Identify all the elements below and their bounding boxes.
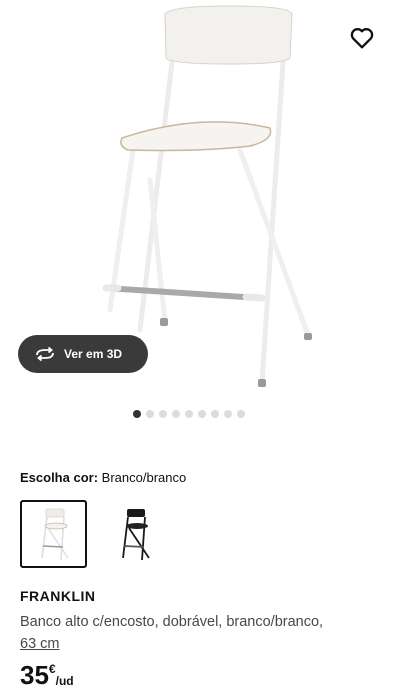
- swatch-white[interactable]: [20, 500, 87, 568]
- gallery-dot[interactable]: [237, 410, 245, 418]
- gallery-pagination: [133, 409, 245, 419]
- product-name: FRANKLIN: [20, 588, 96, 604]
- product-gallery[interactable]: Ver em 3D: [0, 0, 401, 430]
- favorite-button[interactable]: [348, 24, 376, 52]
- view-3d-label: Ver em 3D: [64, 347, 123, 361]
- gallery-dot[interactable]: [198, 410, 206, 418]
- chair-thumbnail-white: [40, 508, 69, 561]
- gallery-dot[interactable]: [224, 410, 232, 418]
- price-currency: €: [48, 662, 56, 676]
- gallery-dot[interactable]: [172, 410, 180, 418]
- product-description: Banco alto c/encosto, dobrável, branco/b…: [20, 611, 380, 655]
- color-value: Branco/branco: [101, 470, 187, 485]
- color-label: Escolha cor:: [20, 470, 99, 485]
- product-price: 35 € /ud: [20, 660, 74, 690]
- gallery-dot[interactable]: [133, 410, 141, 418]
- swatch-black[interactable]: [101, 500, 168, 568]
- product-description-text: Banco alto c/encosto, dobrável, branco/b…: [20, 614, 324, 630]
- rotate-3d-icon: [36, 346, 54, 362]
- price-amount: 35: [20, 660, 49, 690]
- gallery-dot[interactable]: [159, 410, 167, 418]
- color-swatches: [20, 500, 168, 568]
- chair-thumbnail-black: [121, 509, 150, 561]
- product-size-link[interactable]: 63 cm: [20, 636, 60, 652]
- color-selector-label: Escolha cor: Branco/branco: [20, 470, 186, 485]
- view-3d-button[interactable]: Ver em 3D: [18, 335, 148, 373]
- price-unit: /ud: [55, 674, 74, 688]
- gallery-dot[interactable]: [146, 410, 154, 418]
- heart-outline-icon: [350, 28, 374, 49]
- gallery-dot[interactable]: [185, 410, 193, 418]
- gallery-dot[interactable]: [211, 410, 219, 418]
